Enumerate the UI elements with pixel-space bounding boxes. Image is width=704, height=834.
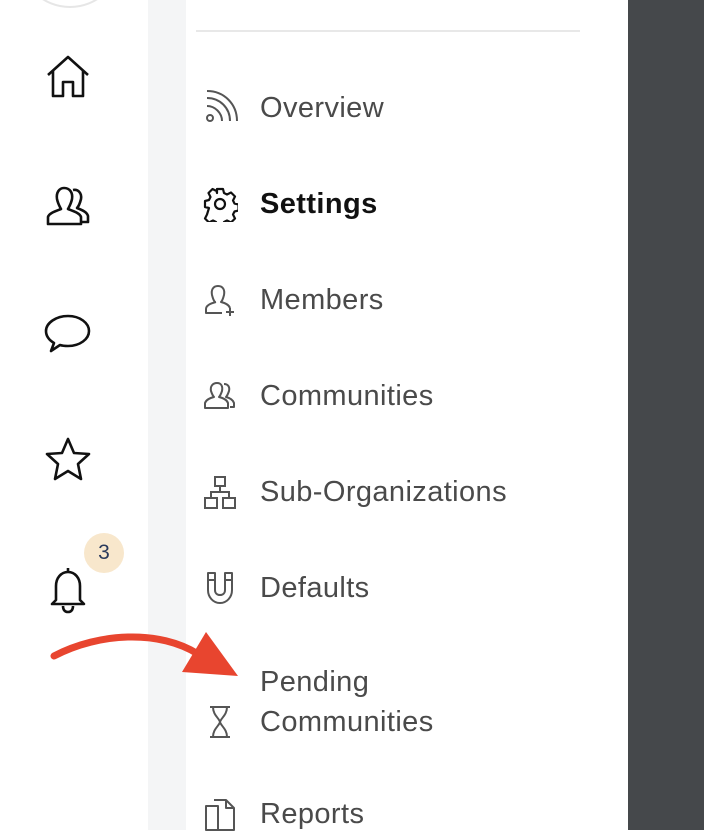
- menu-item-overview[interactable]: Overview: [200, 88, 384, 128]
- avatar[interactable]: [18, 0, 122, 8]
- people-icon[interactable]: [40, 178, 96, 234]
- star-icon[interactable]: [40, 432, 96, 488]
- home-icon[interactable]: [40, 48, 96, 104]
- gutter: [148, 0, 186, 830]
- menu-item-communities[interactable]: Communities: [200, 376, 434, 416]
- menu-item-label: Sub-Organizations: [260, 475, 507, 508]
- document-icon: [200, 794, 240, 834]
- people-icon: [200, 376, 240, 416]
- chat-icon[interactable]: [40, 304, 96, 360]
- settings-menu: Overview Settings Members Communities Su…: [186, 0, 628, 831]
- menu-item-pending-communities[interactable]: Pending Communities: [200, 662, 580, 742]
- menu-item-label: Defaults: [260, 571, 370, 604]
- menu-item-members[interactable]: Members: [200, 280, 384, 320]
- menu-item-label-line1: Pending: [260, 666, 370, 698]
- menu-item-settings[interactable]: Settings: [200, 184, 378, 224]
- icon-rail: 3: [0, 0, 148, 830]
- menu-item-label: Reports: [260, 797, 365, 830]
- hourglass-icon: [200, 702, 240, 742]
- user-add-icon: [200, 280, 240, 320]
- menu-item-reports[interactable]: Reports: [200, 794, 364, 834]
- menu-item-sub-organizations[interactable]: Sub-Organizations: [200, 472, 507, 512]
- rss-icon: [200, 88, 240, 128]
- divider: [196, 30, 580, 32]
- menu-item-label: Overview: [260, 91, 385, 124]
- menu-item-label: Members: [260, 283, 384, 316]
- org-chart-icon: [200, 472, 240, 512]
- notification-badge: 3: [84, 533, 124, 573]
- gear-icon: [200, 184, 240, 224]
- menu-item-label: Communities: [260, 379, 434, 412]
- magnet-icon: [200, 568, 240, 608]
- menu-item-label-line2: Communities: [260, 706, 434, 738]
- dark-backdrop: [628, 0, 704, 830]
- menu-item-label: Settings: [260, 187, 378, 220]
- bell-icon[interactable]: [40, 560, 96, 616]
- menu-item-defaults[interactable]: Defaults: [200, 568, 370, 608]
